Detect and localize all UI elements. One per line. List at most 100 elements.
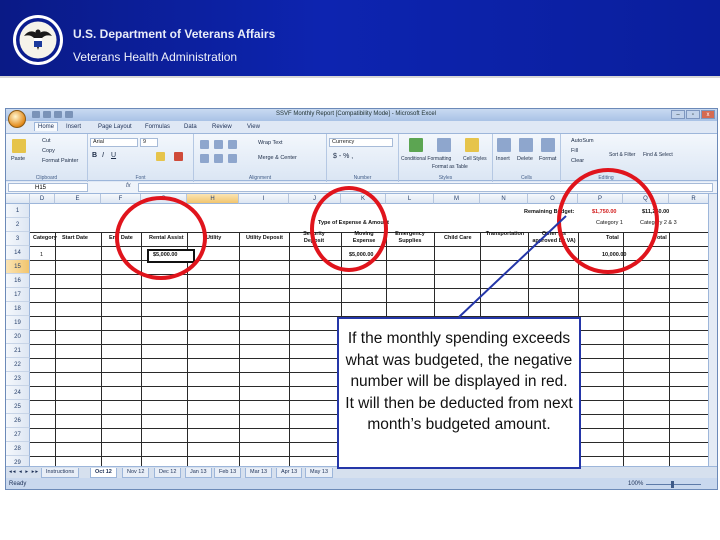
row-header[interactable]: 17 <box>6 288 30 302</box>
italic-button[interactable]: I <box>102 152 104 159</box>
maximize-button[interactable]: ▫ <box>686 110 700 119</box>
align-top-icon[interactable] <box>200 140 209 149</box>
column-header[interactable]: M <box>434 194 480 204</box>
row-header[interactable]: 29 <box>6 456 30 466</box>
paste-icon[interactable] <box>12 139 26 153</box>
row-header[interactable]: 22 <box>6 358 30 372</box>
clear-button[interactable]: Clear <box>571 158 584 164</box>
underline-button[interactable]: U <box>111 152 116 159</box>
header-utility: Utility <box>206 235 222 241</box>
wrap-text-button[interactable]: Wrap Text <box>258 140 283 146</box>
paste-button[interactable]: Paste <box>11 156 25 162</box>
font-size-select[interactable]: 9 <box>140 138 158 147</box>
font-name-select[interactable]: Arial <box>90 138 138 147</box>
row-header[interactable]: 25 <box>6 400 30 414</box>
cut-button[interactable]: Cut <box>42 138 51 144</box>
tab-view[interactable]: View <box>247 124 260 130</box>
tab-page-layout[interactable]: Page Layout <box>98 124 132 130</box>
tab-home[interactable]: Home <box>34 122 59 131</box>
zoom-level[interactable]: 100% <box>628 481 643 487</box>
fill-button[interactable]: Fill <box>571 148 578 154</box>
sheet-tab-jan-13[interactable]: Jan 13 <box>185 468 212 478</box>
copy-button[interactable]: Copy <box>42 148 55 154</box>
format-painter-button[interactable]: Format Painter <box>42 158 78 164</box>
sheet-tab-instructions[interactable]: Instructions <box>41 468 80 478</box>
insert-cells-icon[interactable] <box>497 138 511 152</box>
format-as-table-icon[interactable] <box>437 138 451 152</box>
row-header[interactable]: 18 <box>6 302 30 316</box>
row-header[interactable]: 28 <box>6 442 30 456</box>
align-bottom-icon[interactable] <box>228 140 237 149</box>
header-transportation: Transportation <box>485 231 525 237</box>
format-button[interactable]: Format <box>539 156 556 162</box>
zoom-slider[interactable] <box>646 481 701 488</box>
format-cells-icon[interactable] <box>541 138 555 152</box>
bold-button[interactable]: B <box>92 152 97 159</box>
align-right-icon[interactable] <box>228 154 237 163</box>
sheet-tab-oct-12[interactable]: Oct 12 <box>90 468 117 478</box>
sheet-tab-dec-12[interactable]: Dec 12 <box>154 468 182 478</box>
alignment-group: Wrap Text Merge & Center Alignment <box>194 134 327 182</box>
header-child-care: Child Care <box>444 235 472 241</box>
tab-data[interactable]: Data <box>184 124 197 130</box>
align-left-icon[interactable] <box>200 154 209 163</box>
grid-vline <box>55 232 56 466</box>
merge-center-button[interactable]: Merge & Center <box>258 155 297 161</box>
delete-button[interactable]: Delete <box>517 156 533 162</box>
row-header[interactable]: 1 <box>6 204 30 218</box>
cell-styles-icon[interactable] <box>465 138 479 152</box>
row-header[interactable]: 21 <box>6 344 30 358</box>
number-format-select[interactable]: Currency <box>329 138 393 147</box>
name-box[interactable]: H15 <box>8 183 88 192</box>
fx-icon[interactable]: fx <box>126 183 131 189</box>
select-all-corner[interactable] <box>6 194 30 204</box>
tab-review[interactable]: Review <box>212 124 232 130</box>
delete-cells-icon[interactable] <box>519 138 533 152</box>
row-header[interactable]: 3 <box>6 232 30 246</box>
column-header[interactable]: E <box>55 194 101 204</box>
row-header[interactable]: 26 <box>6 414 30 428</box>
row-header[interactable]: 19 <box>6 316 30 330</box>
window-controls[interactable]: – ▫ x <box>670 110 715 119</box>
sheet-tab-mar-13[interactable]: Mar 13 <box>245 468 273 478</box>
conditional-formatting-icon[interactable] <box>409 138 423 152</box>
sheet-tab-may-13[interactable]: May 13 <box>305 468 334 478</box>
vertical-scrollbar[interactable] <box>708 194 717 466</box>
close-button[interactable]: x <box>701 110 715 119</box>
sheet-tab-feb-13[interactable]: Feb 13 <box>214 468 242 478</box>
column-header-selected[interactable]: H <box>187 194 239 204</box>
column-header[interactable]: L <box>386 194 434 204</box>
cell-styles-button[interactable]: Cell Styles <box>463 156 487 162</box>
status-bar: Ready 100% <box>6 478 717 489</box>
row-header[interactable]: 2 <box>6 218 30 232</box>
column-header[interactable]: I <box>239 194 289 204</box>
sheet-nav-arrows[interactable]: ◂◂ ◂ ▸ ▸▸ <box>9 469 39 475</box>
format-as-table-button[interactable]: Format as Table <box>432 164 468 170</box>
align-center-icon[interactable] <box>214 154 223 163</box>
sheet-tab-nov-12[interactable]: Nov 12 <box>122 468 150 478</box>
quick-access-toolbar[interactable] <box>32 111 92 119</box>
row-header[interactable]: 14 <box>6 246 30 260</box>
row-header[interactable]: 15 <box>6 260 30 274</box>
autosum-button[interactable]: AutoSum <box>571 138 594 144</box>
align-middle-icon[interactable] <box>214 140 223 149</box>
insert-button[interactable]: Insert <box>496 156 510 162</box>
fill-color-icon[interactable] <box>156 152 165 161</box>
row-header[interactable]: 20 <box>6 330 30 344</box>
column-header[interactable]: D <box>30 194 55 204</box>
conditional-formatting-button[interactable]: Conditional Formatting <box>401 156 451 162</box>
column-header[interactable]: N <box>480 194 528 204</box>
row-header[interactable]: 16 <box>6 274 30 288</box>
currency-button[interactable]: $ - % , <box>333 153 353 160</box>
row-header[interactable]: 23 <box>6 372 30 386</box>
row-header[interactable]: 24 <box>6 386 30 400</box>
find-select-button[interactable]: Find & Select <box>643 152 673 158</box>
sheet-tab-apr-13[interactable]: Apr 13 <box>276 468 303 478</box>
sort-filter-button[interactable]: Sort & Filter <box>609 152 635 158</box>
row-header[interactable]: 27 <box>6 428 30 442</box>
grid-vline <box>239 232 240 466</box>
minimize-button[interactable]: – <box>671 110 685 119</box>
tab-formulas[interactable]: Formulas <box>145 124 170 130</box>
font-color-icon[interactable] <box>174 152 183 161</box>
tab-insert[interactable]: Insert <box>66 124 81 130</box>
